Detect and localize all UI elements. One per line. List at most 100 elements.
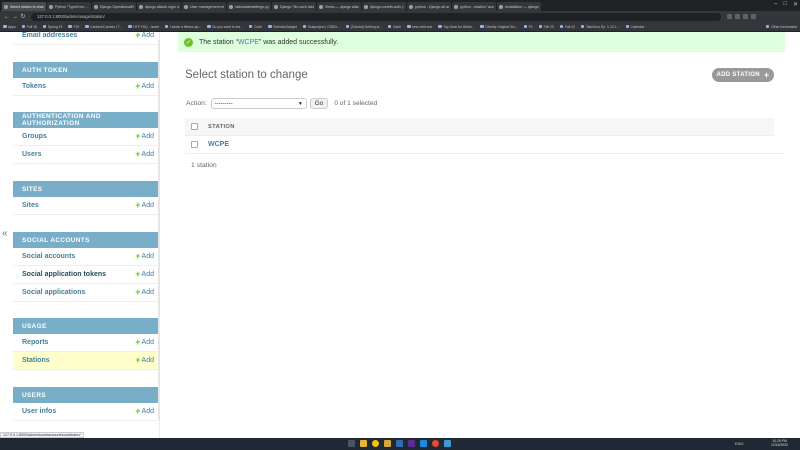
bookmark[interactable]: [Tutorial] Getting st... bbox=[345, 25, 382, 29]
module-header[interactable]: Social Accounts bbox=[13, 232, 158, 248]
station-link[interactable]: WCPE bbox=[238, 39, 259, 46]
browser-tab[interactable]: Select station to chang... bbox=[2, 2, 46, 11]
action-select[interactable]: --------- ▼ bbox=[210, 98, 307, 109]
address-bar[interactable]: 127.0.0.1:8000/admin/usage/station/ bbox=[31, 12, 721, 21]
collapse-sidebar-icon[interactable]: « bbox=[2, 228, 8, 239]
bookmark-label: Top Gear for Athlet... bbox=[443, 24, 475, 29]
bookmark[interactable]: TakeZero Ep. 1-13 L... bbox=[580, 24, 620, 29]
bookmark[interactable]: Scalproject | CSDN... bbox=[302, 25, 340, 29]
browser-tab[interactable]: Django "No such table" bbox=[272, 2, 316, 11]
browser-tab[interactable]: User management with... bbox=[182, 2, 226, 11]
bookmark[interactable]: Code bbox=[248, 24, 262, 29]
browser-tab[interactable]: radiostats/settings.py a... bbox=[227, 2, 271, 11]
module-sites: Sites Sites + Add bbox=[13, 181, 158, 215]
app-icon[interactable] bbox=[432, 440, 439, 447]
add-link[interactable]: + Add bbox=[135, 132, 154, 141]
maximize-icon[interactable]: □ bbox=[783, 1, 787, 8]
go-button[interactable]: Go bbox=[309, 98, 329, 109]
tray-language[interactable]: ENG bbox=[735, 441, 744, 446]
mail-icon[interactable] bbox=[396, 440, 403, 447]
minimize-icon[interactable]: – bbox=[774, 1, 777, 8]
module-header[interactable]: Sites bbox=[13, 181, 158, 197]
model-link-reports[interactable]: Reports bbox=[22, 339, 48, 346]
browser-tab[interactable]: Views — django allauth bbox=[317, 2, 361, 11]
browser-tab[interactable]: python - Django all auth bbox=[407, 2, 451, 11]
browser-tab[interactable]: Python "TypeError: ..." bbox=[47, 2, 91, 11]
other-bookmarks[interactable]: Other bookmarks bbox=[765, 25, 797, 29]
python-icon[interactable] bbox=[444, 440, 451, 447]
bookmark[interactable]: So you want to lea... bbox=[207, 25, 243, 29]
task-view-icon[interactable] bbox=[348, 440, 355, 447]
add-link[interactable]: + Add bbox=[135, 82, 154, 91]
bookmark[interactable]: Top Gear for Athlet... bbox=[438, 25, 474, 29]
action-selected-value: --------- bbox=[214, 100, 233, 107]
file-explorer-icon[interactable] bbox=[360, 440, 367, 447]
add-link[interactable]: + Add bbox=[135, 252, 154, 261]
visual-studio-icon[interactable] bbox=[408, 440, 415, 447]
add-link[interactable]: + Add bbox=[135, 150, 154, 159]
bookmark[interactable]: Gach bbox=[387, 25, 401, 29]
select-all-checkbox[interactable] bbox=[191, 123, 198, 130]
model-link-email-addresses[interactable]: Email addresses bbox=[22, 32, 77, 39]
folder-icon bbox=[248, 24, 253, 29]
model-link-stations[interactable]: Stations bbox=[22, 357, 50, 364]
menu-icon[interactable] bbox=[751, 14, 756, 19]
add-link[interactable]: + Add bbox=[135, 407, 154, 416]
sidebar-scrollbar[interactable] bbox=[158, 40, 160, 420]
row-checkbox[interactable] bbox=[191, 141, 198, 148]
add-link[interactable]: + Add bbox=[135, 356, 154, 365]
module-header[interactable]: Usage bbox=[13, 318, 158, 334]
module-header[interactable]: Users bbox=[13, 387, 158, 403]
bookmark[interactable]: Fall 20 bbox=[538, 25, 554, 29]
close-icon[interactable]: ✕ bbox=[793, 1, 798, 8]
bookmark[interactable]: Calendar bbox=[625, 25, 644, 29]
tab-title: python - relation "acco... bbox=[460, 4, 494, 9]
bookmark[interactable]: I wrote a fitness ap... bbox=[164, 25, 201, 29]
star-icon[interactable] bbox=[727, 14, 732, 19]
model-link-sites[interactable]: Sites bbox=[22, 202, 39, 209]
browser-tab[interactable]: Installation — django-a... bbox=[497, 2, 541, 11]
add-station-button[interactable]: ADD STATION + bbox=[712, 68, 774, 82]
bookmark-icon bbox=[580, 24, 585, 29]
module-header[interactable]: Auth Token bbox=[13, 62, 158, 78]
bookmark-label: F4 bbox=[528, 24, 533, 29]
add-link[interactable]: + Add bbox=[135, 270, 154, 279]
taskbar-apps bbox=[348, 440, 451, 447]
forward-icon[interactable]: → bbox=[11, 14, 19, 20]
bookmark[interactable]: SelectorGadget bbox=[268, 25, 297, 29]
browser-tab[interactable]: python - relation "acco... bbox=[452, 2, 496, 11]
back-icon[interactable]: ← bbox=[3, 14, 11, 20]
bookmark[interactable]: Divinity Original Sin... bbox=[480, 25, 518, 29]
column-header-station[interactable]: STATION bbox=[208, 124, 235, 130]
model-link-user-infos[interactable]: User infos bbox=[22, 408, 56, 415]
bookmark[interactable]: F4 bbox=[523, 24, 533, 29]
model-link-tokens[interactable]: Tokens bbox=[22, 83, 46, 90]
model-link-social-accounts[interactable]: Social accounts bbox=[22, 253, 75, 260]
model-link-social-application-tokens[interactable]: Social application tokens bbox=[22, 271, 106, 278]
browser-toolbar: ← → ↻ 127.0.0.1:8000/admin/usage/station… bbox=[0, 11, 800, 22]
add-link[interactable]: + Add bbox=[135, 338, 154, 347]
bookmark[interactable]: Fall 20 bbox=[559, 25, 575, 29]
add-label: Add bbox=[141, 202, 154, 209]
results-table-header: STATION bbox=[185, 118, 774, 136]
browser-tab[interactable]: Django OperationalErr... bbox=[92, 2, 136, 11]
model-link-users[interactable]: Users bbox=[22, 151, 41, 158]
chrome-icon[interactable] bbox=[372, 440, 379, 447]
vscode-icon[interactable] bbox=[420, 440, 427, 447]
add-link[interactable]: + Add bbox=[135, 288, 154, 297]
model-link-social-applications[interactable]: Social applications bbox=[22, 289, 85, 296]
model-row: Reports + Add bbox=[13, 334, 158, 352]
folder-icon[interactable] bbox=[384, 440, 391, 447]
add-link[interactable]: + Add bbox=[135, 201, 154, 210]
extension-icon[interactable] bbox=[735, 14, 740, 19]
browser-tab[interactable]: django.contrib.auth | D... bbox=[362, 2, 406, 11]
model-link-groups[interactable]: Groups bbox=[22, 133, 47, 140]
browser-tab[interactable]: django allauth login wi... bbox=[137, 2, 181, 11]
taskbar-clock[interactable]: 10:25 PM 12/16/2020 bbox=[771, 439, 788, 448]
station-row-link[interactable]: WCPE bbox=[208, 141, 229, 148]
reload-icon[interactable]: ↻ bbox=[19, 13, 27, 20]
add-link[interactable]: + Add bbox=[135, 31, 154, 40]
bookmark[interactable]: new.orbit.one bbox=[407, 25, 432, 29]
profile-icon[interactable] bbox=[743, 14, 748, 19]
module-header[interactable]: Authentication and Authorization bbox=[13, 112, 158, 128]
